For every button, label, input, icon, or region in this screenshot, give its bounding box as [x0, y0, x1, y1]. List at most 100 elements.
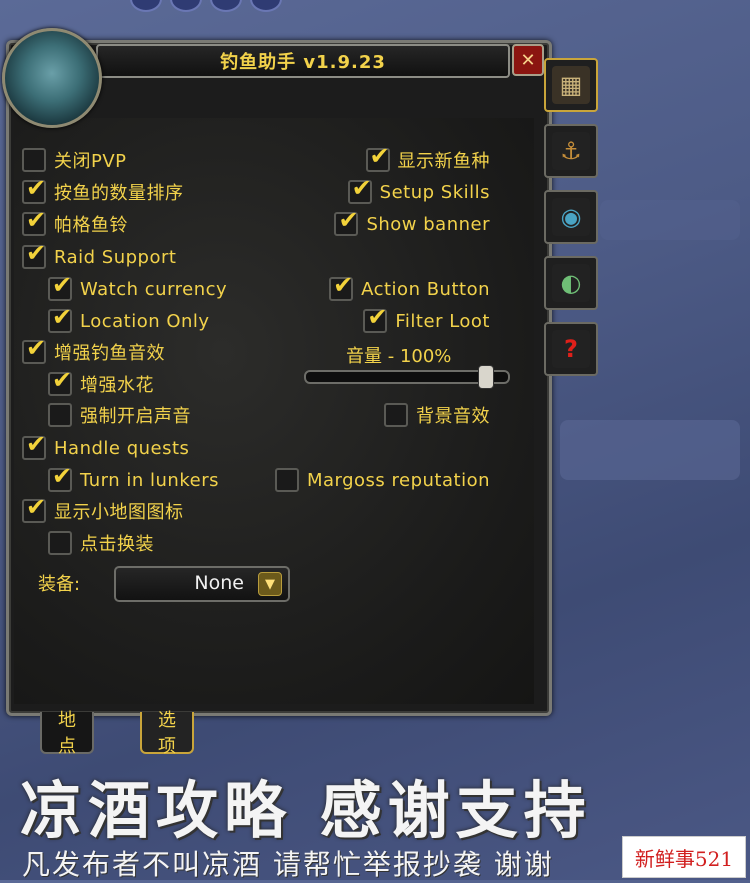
right-option-6-label: Margoss reputation	[306, 469, 490, 491]
side-tab-4[interactable]: ◐	[544, 256, 598, 310]
right-option-3-checkbox[interactable]: ✔	[329, 273, 353, 301]
tab-options[interactable]: 选项	[140, 710, 194, 757]
right-option-4[interactable]: ✔ Filter Loot	[363, 305, 490, 335]
right-option-5-checkbox[interactable]	[384, 403, 408, 427]
checkmark-icon: ✔	[52, 366, 73, 394]
left-option-5[interactable]: ✔ Location Only	[48, 305, 210, 335]
tab-location-label: 地点	[58, 710, 76, 757]
checkmark-icon: ✔	[338, 206, 359, 234]
window-title: 钓鱼助手 v1.9.23	[220, 52, 386, 73]
side-tab-3[interactable]: ◉	[544, 190, 598, 244]
orb-4	[250, 0, 282, 12]
right-option-6[interactable]: Margoss reputation	[274, 466, 490, 494]
left-option-8-label: 强制开启声音	[80, 406, 191, 427]
fishing-poles-icon: ⚓	[552, 132, 590, 170]
right-option-2-checkbox[interactable]: ✔	[334, 208, 359, 236]
dropdown-arrow-icon[interactable]: ▼	[258, 572, 282, 596]
checkmark-icon: ✔	[333, 271, 354, 299]
left-option-10[interactable]: ✔ Turn in lunkers	[48, 464, 219, 494]
left-option-10-label: Turn in lunkers	[80, 469, 219, 491]
left-option-12-checkbox[interactable]	[48, 531, 72, 555]
orb-1	[130, 0, 162, 12]
checkmark-icon: ✔	[26, 430, 47, 458]
left-option-12[interactable]: 点击换装	[48, 529, 154, 557]
left-option-2[interactable]: ✔ 帕格鱼铃	[22, 208, 128, 238]
right-option-0[interactable]: ✔ 显示新鱼种	[365, 144, 491, 174]
left-option-11[interactable]: ✔ 显示小地图图标	[22, 495, 184, 525]
left-option-0-label: 关闭PVP	[54, 151, 127, 172]
equip-dropdown[interactable]: None ▼	[114, 566, 290, 602]
left-option-5-checkbox[interactable]: ✔	[48, 305, 72, 333]
right-option-6-checkbox[interactable]	[274, 468, 299, 492]
left-option-2-checkbox[interactable]: ✔	[22, 208, 46, 236]
orb-3	[210, 0, 242, 12]
right-option-3[interactable]: ✔ Action Button	[329, 273, 490, 303]
left-option-6-checkbox[interactable]: ✔	[22, 336, 46, 364]
checkmark-icon: ✔	[26, 239, 47, 267]
right-option-1-checkbox[interactable]: ✔	[347, 176, 372, 204]
right-option-3-label: Action Button	[361, 278, 490, 300]
left-option-8-checkbox[interactable]	[48, 403, 72, 427]
orb-2	[170, 0, 202, 12]
equip-dropdown-value: None	[194, 572, 244, 594]
right-option-4-label: Filter Loot	[395, 310, 490, 332]
fish-head-icon: ◐	[552, 264, 590, 302]
right-option-0-label: 显示新鱼种	[397, 151, 490, 172]
right-option-2[interactable]: ✔ Show banner	[334, 208, 490, 238]
left-option-0-checkbox[interactable]	[22, 148, 46, 172]
left-option-4-checkbox[interactable]: ✔	[48, 273, 72, 301]
title-bar[interactable]: 钓鱼助手 v1.9.23	[96, 44, 510, 78]
volume-slider[interactable]	[304, 365, 510, 389]
left-option-8[interactable]: 强制开启声音	[48, 401, 191, 429]
side-tab-5[interactable]: ?	[544, 322, 598, 376]
left-option-9[interactable]: ✔ Handle quests	[22, 432, 189, 462]
left-option-10-checkbox[interactable]: ✔	[48, 464, 72, 492]
left-option-3-label: Raid Support	[54, 246, 177, 268]
left-option-1-checkbox[interactable]: ✔	[22, 176, 46, 204]
left-option-0[interactable]: 关闭PVP	[22, 146, 127, 174]
overlay-subline: 凡发布者不叫凉酒 请帮忙举报抄袭 谢谢	[22, 848, 554, 881]
watermark-badge: 新鲜事521	[622, 836, 746, 878]
checkmark-icon: ✔	[26, 334, 47, 362]
right-option-0-checkbox[interactable]: ✔	[365, 144, 390, 172]
background-terrain	[560, 420, 740, 480]
left-option-6-label: 增强钓鱼音效	[54, 343, 165, 364]
left-option-11-checkbox[interactable]: ✔	[22, 495, 46, 523]
top-action-orbs	[130, 0, 282, 12]
right-option-1-label: Setup Skills	[379, 181, 490, 203]
treasure-map-icon: ▦	[552, 66, 590, 104]
checkmark-icon: ✔	[351, 174, 372, 202]
side-tab-1[interactable]: ▦	[544, 58, 598, 112]
left-option-12-label: 点击换装	[80, 534, 154, 555]
left-option-7[interactable]: ✔ 增强水花	[48, 368, 154, 398]
volume-label: 音量 - 100%	[346, 346, 452, 367]
side-tab-2[interactable]: ⚓	[544, 124, 598, 178]
left-option-4[interactable]: ✔ Watch currency	[48, 273, 228, 303]
volume-slider-thumb[interactable]	[478, 365, 494, 389]
right-option-1[interactable]: ✔ Setup Skills	[347, 176, 490, 206]
left-option-7-checkbox[interactable]: ✔	[48, 368, 72, 396]
checkmark-icon: ✔	[52, 462, 73, 490]
left-option-4-label: Watch currency	[80, 278, 228, 300]
close-button[interactable]: ✕	[512, 44, 544, 76]
left-option-6[interactable]: ✔ 增强钓鱼音效	[22, 336, 165, 366]
left-option-3[interactable]: ✔ Raid Support	[22, 241, 177, 271]
checkmark-icon: ✔	[26, 493, 47, 521]
background-terrain-2	[600, 200, 740, 240]
left-option-3-checkbox[interactable]: ✔	[22, 241, 46, 269]
lure-eye-icon: ◉	[552, 198, 590, 236]
equip-label: 装备:	[38, 574, 81, 595]
right-option-2-label: Show banner	[366, 213, 490, 235]
right-option-5[interactable]: 背景音效	[384, 401, 490, 429]
checkmark-icon: ✔	[26, 206, 47, 234]
checkmark-icon: ✔	[26, 174, 47, 202]
left-option-11-label: 显示小地图图标	[54, 502, 184, 523]
left-option-1[interactable]: ✔ 按鱼的数量排序	[22, 176, 184, 206]
tab-location[interactable]: 地点	[40, 710, 94, 757]
left-option-9-checkbox[interactable]: ✔	[22, 432, 46, 460]
tab-options-label: 选项	[158, 710, 176, 757]
checkmark-icon: ✔	[367, 303, 388, 331]
checkmark-icon: ✔	[52, 303, 73, 331]
right-option-4-checkbox[interactable]: ✔	[363, 305, 388, 333]
close-icon: ✕	[520, 49, 536, 71]
